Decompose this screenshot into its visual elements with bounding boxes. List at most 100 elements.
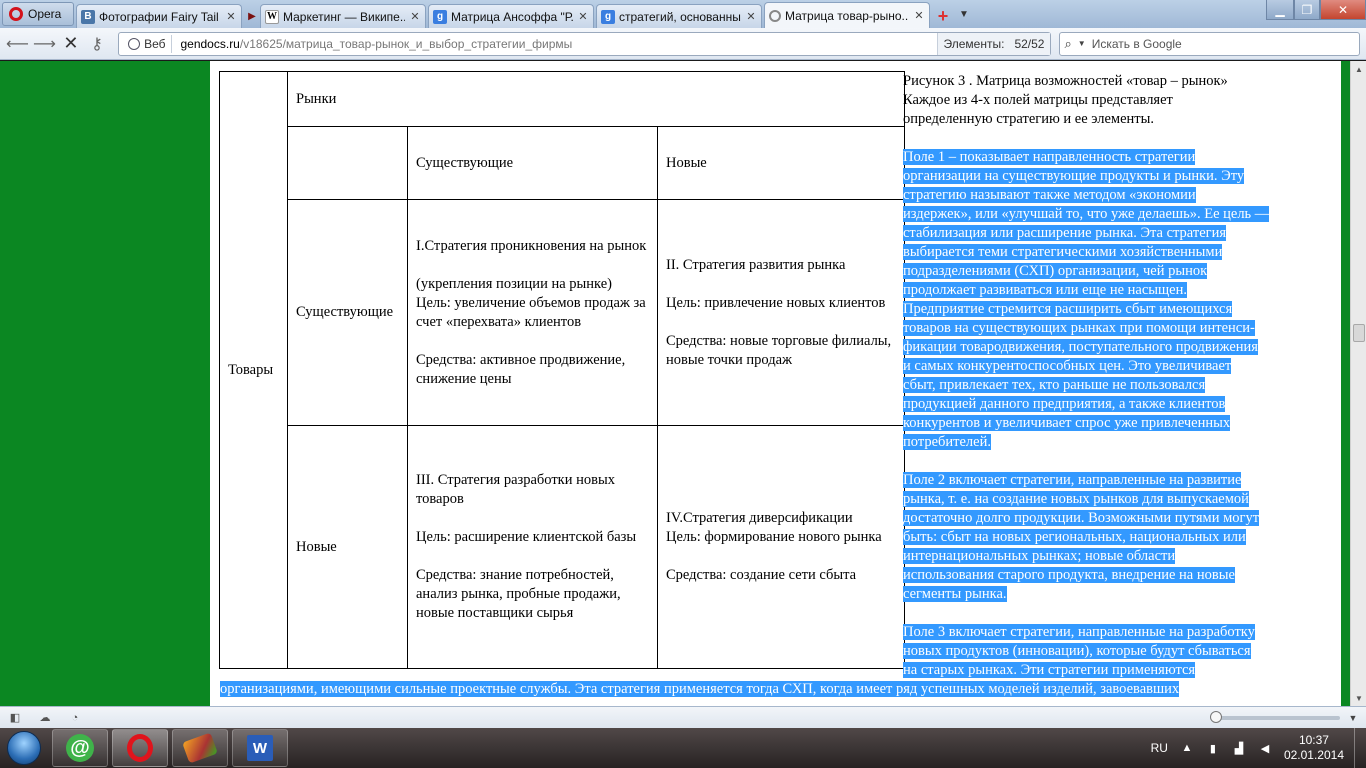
web-badge-label: Веб: [144, 36, 166, 51]
goods-header: Товары: [219, 71, 288, 669]
close-tab-icon[interactable]: ✕: [913, 9, 925, 22]
tab-bar: Opera B Фотографии Fairy Tail ... ✕ ▶ W …: [0, 0, 1366, 28]
vertical-scrollbar[interactable]: ▲ ▼: [1350, 61, 1366, 706]
q3-goal: Цель: расширение клиентской базы: [416, 529, 637, 545]
opera-icon: [127, 734, 153, 762]
minimize-button[interactable]: ▁: [1266, 0, 1294, 20]
selected-text-line: сбыт, привлекает тех, кто раньше не поль…: [903, 377, 1206, 393]
scroll-up-icon[interactable]: ▲: [1351, 61, 1366, 77]
selected-text-line: достаточно долго продукции. Возможными п…: [903, 510, 1260, 526]
selected-text-line: издержек», или «улучшай то, что уже дела…: [903, 206, 1270, 222]
panel-toggle-icon[interactable]: ◧: [8, 711, 22, 725]
zoom-slider-knob[interactable]: [1210, 710, 1222, 723]
tab-wikipedia[interactable]: W Маркетинг — Википе... ✕: [260, 4, 426, 28]
scroll-down-icon[interactable]: ▼: [1351, 690, 1366, 706]
selected-text-line: фикации товародвижения, поступательного …: [903, 339, 1258, 355]
taskbar-opera[interactable]: [112, 729, 168, 767]
selected-text-line: и самых конкурентоспособных цен. Это уве…: [903, 358, 1232, 374]
tab-list-icon[interactable]: ▼: [954, 4, 974, 24]
clock[interactable]: 10:37 02.01.2014: [1284, 733, 1344, 763]
windows-logo-icon: [7, 731, 41, 765]
turbo-icon[interactable]: ◔: [68, 711, 82, 725]
selected-text-line: подразделениями (СХП) организации, чей р…: [903, 263, 1208, 279]
zoom-slider[interactable]: [1210, 710, 1340, 723]
stop-icon[interactable]: ✕: [60, 32, 82, 56]
article-continuation: организациями, имеющими сильные проектны…: [220, 680, 1310, 699]
taskbar-mail-agent[interactable]: @: [52, 729, 108, 767]
col-new-header: Новые: [657, 126, 905, 200]
article-text: Рисунок 3 . Матрица возможностей «товар …: [903, 72, 1303, 680]
signal-icon[interactable]: ▟: [1232, 741, 1246, 755]
search-icon: ⌕: [1064, 35, 1072, 51]
row-new-header: Новые: [287, 425, 408, 669]
tab-title: Матрица товар-рыно...: [785, 8, 909, 23]
selected-text-line: товаров на существующих рынках при помощ…: [903, 320, 1255, 336]
show-hidden-icons-icon[interactable]: ▲: [1180, 741, 1194, 755]
selected-text-line: Предприятие стремится расширить сбыт име…: [903, 301, 1233, 317]
volume-icon[interactable]: ◀: [1258, 741, 1272, 755]
url-text[interactable]: gendocs.ru/v18625/матрица_товар-рынок_и_…: [172, 37, 936, 51]
forward-icon[interactable]: ⟶: [33, 32, 56, 56]
show-desktop-button[interactable]: [1354, 728, 1366, 768]
url-path: /v18625/матрица_товар-рынок_и_выбор_стра…: [239, 36, 573, 51]
tab-strategies[interactable]: g стратегий, основанны... ✕: [596, 4, 762, 28]
network-icon[interactable]: ▮: [1206, 741, 1220, 755]
selected-text-line: Поле 3 включает стратегии, направленные …: [903, 624, 1255, 640]
elements-value: 52/52: [1014, 36, 1045, 51]
selected-text-line: продолжает развиваться или еще не насыще…: [903, 282, 1188, 298]
system-tray: RU ▲ ▮ ▟ ◀ 10:37 02.01.2014: [1151, 733, 1354, 763]
selected-text-line: конкурентов и увеличивает спрос уже прив…: [903, 415, 1231, 431]
taskbar-word[interactable]: W: [232, 729, 288, 767]
start-button[interactable]: [4, 728, 44, 768]
elements-counter[interactable]: Элементы: 52/52: [936, 32, 1051, 55]
selected-text-line: рынка, т. е. на создание новых рынков дл…: [903, 491, 1249, 507]
q3-means: Средства: знание потребностей, анализ ры…: [416, 567, 621, 621]
opera-unite-icon[interactable]: ☁: [38, 711, 52, 725]
back-icon[interactable]: ⟵: [6, 32, 29, 56]
quadrant-2-cell: II. Стратегия развития рынка Цель: привл…: [657, 199, 905, 426]
globe-icon: [128, 37, 141, 50]
scroll-thumb[interactable]: [1353, 324, 1365, 342]
close-tab-icon[interactable]: ✕: [225, 10, 237, 23]
selected-text-line: стабилизация или расширение рынка. Эта с…: [903, 225, 1227, 241]
address-field[interactable]: Веб gendocs.ru/v18625/матрица_товар-рыно…: [118, 31, 1052, 56]
tab-matrix-active[interactable]: Матрица товар-рыно... ✕: [764, 2, 930, 28]
q4-goal: Цель: формирование нового рынка: [666, 529, 882, 545]
search-field[interactable]: ⌕ ▼ Искать в Google: [1059, 31, 1360, 56]
close-tab-icon[interactable]: ✕: [577, 10, 589, 23]
tab-ansoff[interactable]: g Матрица Ансоффа "Р... ✕: [428, 4, 594, 28]
selected-text-line: сегменты рынка.: [903, 586, 1007, 602]
tab-title: Фотографии Fairy Tail ...: [99, 9, 221, 24]
windows-taskbar: @ W RU ▲ ▮ ▟ ◀ 10:37 02.01.2014: [0, 728, 1366, 768]
tab-scroll-icon[interactable]: ▶: [244, 4, 260, 28]
empty-cell: [287, 126, 408, 200]
loading-icon: [769, 9, 781, 22]
selected-text-line: Поле 2 включает стратегии, направленные …: [903, 472, 1242, 488]
google-icon: g: [433, 9, 447, 24]
q2-goal: Цель: привлечение новых клиентов: [666, 294, 886, 311]
close-tab-icon[interactable]: ✕: [409, 10, 421, 23]
q2-title: II. Стратегия развития рынка: [666, 256, 846, 273]
key-icon[interactable]: ⚷: [86, 32, 108, 56]
selected-text-line: новых продуктов (инновации), которые буд…: [903, 643, 1251, 659]
game-icon: [182, 732, 218, 764]
close-tab-icon[interactable]: ✕: [745, 10, 757, 23]
close-window-button[interactable]: ✕: [1320, 0, 1366, 20]
intro-line: Каждое из 4-х полей матрицы представляет: [903, 92, 1173, 108]
web-badge[interactable]: Веб: [122, 34, 173, 53]
chevron-down-icon[interactable]: ▼: [1078, 39, 1086, 48]
selected-text-line: выбирается теми стратегическими хозяйств…: [903, 244, 1223, 260]
markets-header: Рынки: [287, 71, 905, 127]
field-3-paragraph: Поле 3 включает стратегии, направленные …: [903, 623, 1303, 680]
new-tab-button[interactable]: +: [932, 4, 954, 28]
q1-goal: (укрепления позиции на рынке) Цель: увел…: [416, 275, 646, 330]
zoom-menu-icon[interactable]: ▼: [1346, 711, 1360, 725]
selected-text-line: быть: сбыт на новых региональных, национ…: [903, 529, 1246, 545]
taskbar-game[interactable]: [172, 729, 228, 767]
tab-fairy-tail[interactable]: B Фотографии Fairy Tail ... ✕: [76, 4, 242, 28]
clock-date: 02.01.2014: [1283, 748, 1344, 762]
language-indicator[interactable]: RU: [1151, 741, 1168, 755]
maximize-button[interactable]: ❐: [1294, 0, 1320, 20]
opera-menu-button[interactable]: Opera: [2, 2, 74, 26]
selected-text-line: стратегию называют также методом «эконом…: [903, 187, 1196, 203]
